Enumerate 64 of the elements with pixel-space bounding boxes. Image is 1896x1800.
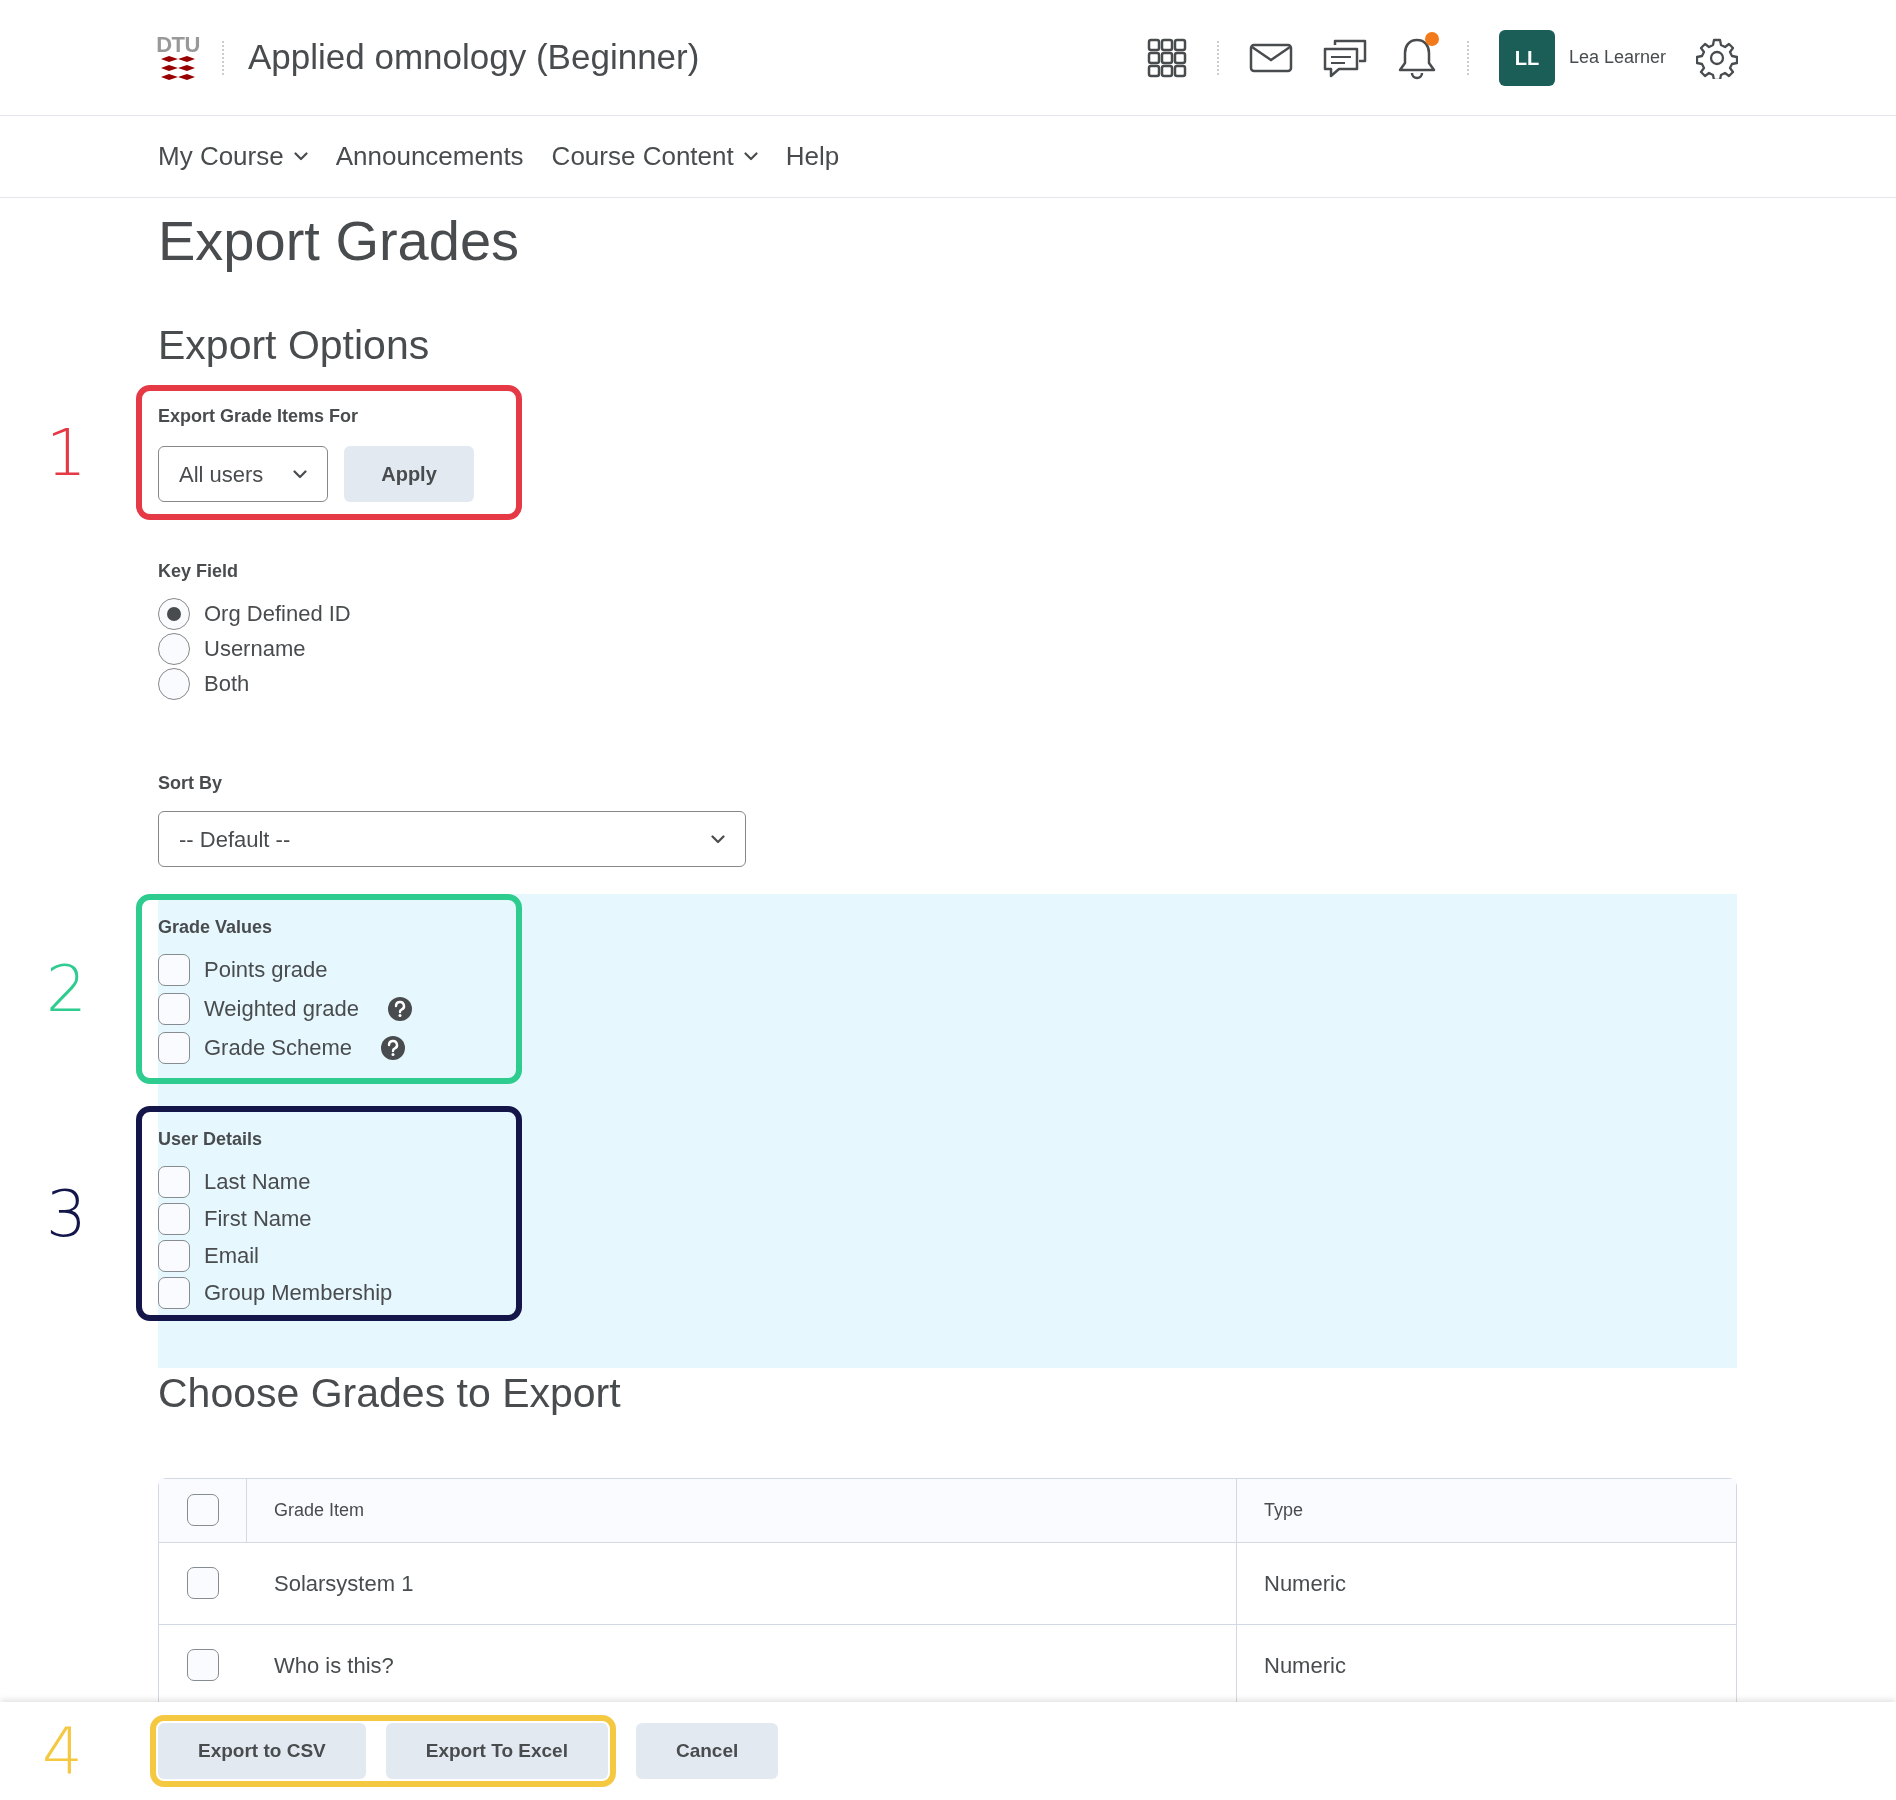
help-icon[interactable] (386, 995, 413, 1022)
export-button[interactable]: Export to CSV (158, 1723, 366, 1779)
table-cell: Solarsystem 1 (247, 1542, 1237, 1624)
user-name[interactable]: Lea Learner (1568, 44, 1666, 71)
chevron-down-icon (711, 834, 725, 844)
apply-button[interactable]: Apply (344, 446, 474, 503)
nav-link[interactable]: Help (785, 137, 840, 176)
checkbox[interactable] (158, 1165, 190, 1198)
logo-text: DTU (156, 33, 200, 56)
column-header: Type (1263, 1498, 1305, 1522)
checkbox-label: First Name (204, 1205, 312, 1234)
checkbox-label: Grade Scheme (204, 1034, 352, 1063)
users-select[interactable]: All users (158, 446, 328, 503)
chevron-down-icon (293, 469, 307, 479)
checkbox[interactable] (187, 1649, 219, 1681)
nav-link[interactable]: Announcements (335, 137, 524, 176)
radio-label: Org Defined ID (204, 600, 351, 629)
user-avatar[interactable]: LL (1498, 29, 1555, 86)
field-label: Sort By (158, 772, 223, 796)
page-title: Export Grades (158, 208, 521, 274)
table-cell-text: Numeric (1263, 1651, 1347, 1680)
logo-mark-icon (159, 55, 197, 82)
radio-button[interactable] (158, 632, 190, 665)
checkbox[interactable] (158, 1239, 190, 1272)
checkbox[interactable] (158, 1202, 190, 1235)
cancel-button[interactable]: Cancel (635, 1723, 779, 1779)
settings-icon[interactable] (1696, 36, 1738, 79)
section-heading: Choose Grades to Export (158, 1369, 622, 1419)
radio-button[interactable] (158, 597, 190, 630)
checkbox[interactable] (158, 953, 190, 986)
nav-link[interactable]: My Course (158, 137, 308, 176)
field-label: Grade Values (158, 916, 274, 940)
table-cell-text: Numeric (1263, 1569, 1347, 1598)
annotation-number: 4 (42, 1719, 83, 1783)
checkbox-label: Email (204, 1242, 259, 1271)
course-title[interactable]: Applied omnology (Beginner) (248, 31, 700, 84)
annotation-number: 1 (46, 420, 87, 485)
checkbox-label: Last Name (204, 1168, 311, 1197)
checkbox-label: Points grade (204, 956, 328, 985)
section-heading: Export Options (158, 321, 431, 370)
checkbox[interactable] (187, 1567, 219, 1599)
chevron-down-icon (293, 152, 308, 161)
checkbox[interactable] (158, 1276, 190, 1309)
checkbox[interactable] (158, 1031, 190, 1064)
checkbox-label: Weighted grade (204, 995, 359, 1024)
checkbox-label: Group Membership (204, 1279, 393, 1308)
radio-button[interactable] (158, 667, 190, 700)
app-grid-icon[interactable] (1146, 37, 1187, 78)
nav-link[interactable]: Course Content (551, 137, 758, 176)
help-icon[interactable] (379, 1034, 406, 1061)
radio-label: Username (204, 635, 306, 664)
sort-select[interactable]: -- Default -- (158, 811, 746, 868)
annotation-number: 2 (46, 957, 87, 1022)
column-header: Grade Item (247, 1478, 1237, 1542)
mail-icon[interactable] (1248, 42, 1293, 73)
field-label: Export Grade Items For (158, 405, 360, 429)
checkbox[interactable] (158, 992, 190, 1025)
export-button[interactable]: Export To Excel (385, 1723, 608, 1779)
checkbox[interactable] (186, 1494, 219, 1526)
radio-label: Both (204, 670, 250, 699)
field-label: User Details (158, 1128, 264, 1152)
annotation-number: 3 (46, 1181, 87, 1246)
chevron-down-icon (743, 152, 758, 161)
field-label: Key Field (158, 560, 240, 584)
